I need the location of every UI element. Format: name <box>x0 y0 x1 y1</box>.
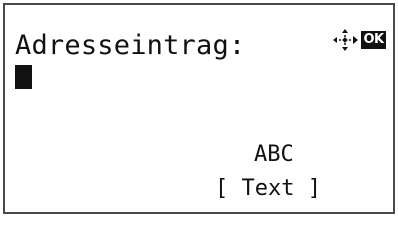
address-entry-prompt: Adresseintrag: <box>15 30 246 61</box>
nav-ok-indicator: OK <box>330 28 388 52</box>
navigation-arrows-icon <box>333 29 358 51</box>
text-softkey[interactable]: [ Text ] <box>215 178 321 200</box>
text-cursor <box>15 65 32 89</box>
panel-display: Adresseintrag: OK ABC [ Text ] <box>3 3 395 214</box>
input-mode-label: ABC <box>254 142 294 167</box>
ok-key-label: OK <box>361 31 386 49</box>
